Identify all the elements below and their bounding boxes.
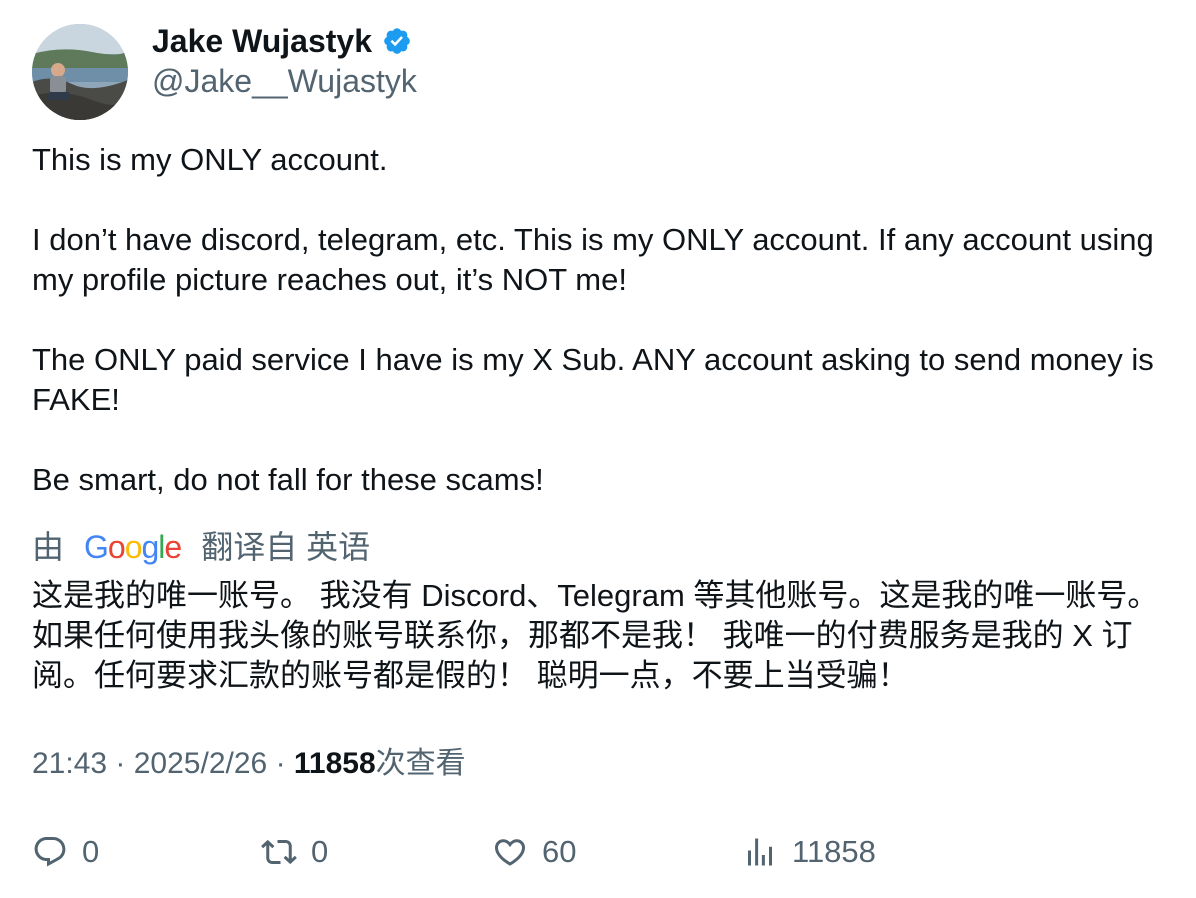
- analytics-icon: [748, 838, 772, 866]
- repost-button[interactable]: 0: [261, 830, 328, 874]
- tweet-text: This is my ONLY account. I don’t have di…: [32, 140, 1172, 540]
- verified-badge-icon: [382, 26, 412, 56]
- translated-text: 这是我的唯一账号。 我没有 Discord、Telegram 等其他账号。这是我…: [32, 578, 1159, 693]
- repost-count: 0: [311, 834, 329, 869]
- tweet-paragraph: I don’t have discord, telegram, etc. Thi…: [32, 222, 1154, 297]
- reply-count: 0: [82, 834, 100, 869]
- tweet-date[interactable]: 2025/2/26: [134, 747, 267, 780]
- views-label: 次查看: [375, 747, 466, 780]
- meta-separator: ·: [115, 747, 134, 780]
- reply-icon: [34, 837, 66, 867]
- heart-icon: [494, 839, 526, 866]
- translation-suffix: 翻译自 英语: [201, 529, 371, 565]
- translation-prefix: 由: [32, 529, 65, 565]
- author-handle[interactable]: @Jake__Wujastyk: [152, 62, 417, 100]
- tweet-paragraph: This is my ONLY account.: [32, 142, 388, 177]
- views-count-action: 11858: [792, 834, 876, 869]
- views-button[interactable]: 11858: [742, 830, 876, 874]
- like-count: 60: [542, 834, 577, 869]
- repost-icon: [261, 839, 297, 865]
- tweet-meta: 21:43 · 2025/2/26 · 11858次查看: [32, 744, 466, 784]
- author-name-row[interactable]: Jake Wujastyk: [152, 22, 412, 60]
- avatar[interactable]: [32, 24, 128, 120]
- translation-attribution: 由 Google 翻译自 英语: [32, 527, 370, 567]
- action-bar: 0 0 60 11858: [0, 830, 1196, 880]
- google-logo: Google: [84, 529, 182, 565]
- like-button[interactable]: 60: [492, 830, 576, 874]
- reply-button[interactable]: 0: [32, 830, 99, 874]
- avatar-photo: [32, 24, 128, 120]
- meta-separator: ·: [275, 747, 294, 780]
- views-count: 11858: [293, 747, 376, 780]
- tweet-paragraph: Be smart, do not fall for these scams!: [32, 462, 544, 497]
- display-name[interactable]: Jake Wujastyk: [152, 22, 372, 60]
- tweet-paragraph: The ONLY paid service I have is my X Sub…: [32, 342, 1154, 417]
- tweet-time[interactable]: 21:43: [32, 747, 107, 780]
